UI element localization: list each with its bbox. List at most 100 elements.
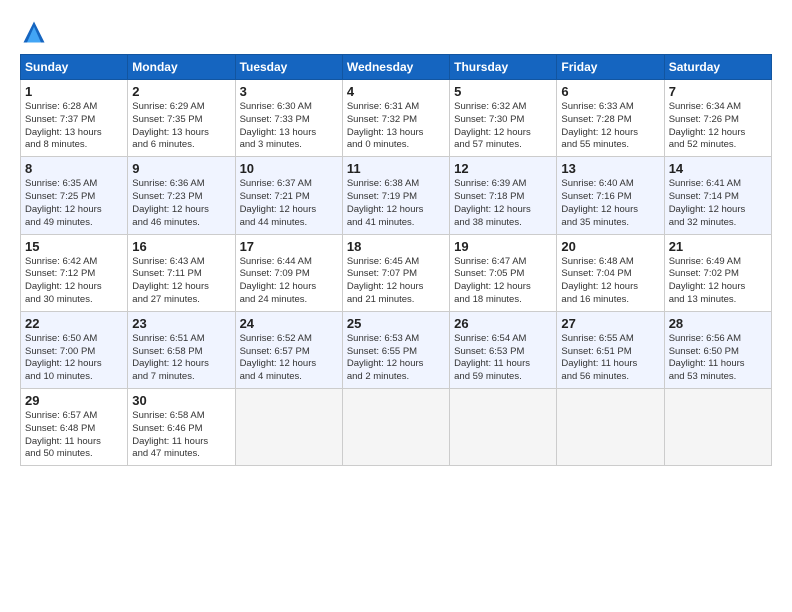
day-detail: Sunrise: 6:29 AM Sunset: 7:35 PM Dayligh… xyxy=(132,101,230,152)
day-number: 8 xyxy=(25,161,123,176)
day-detail: Sunrise: 6:50 AM Sunset: 7:00 PM Dayligh… xyxy=(25,333,123,384)
day-number: 4 xyxy=(347,84,445,99)
day-detail: Sunrise: 6:42 AM Sunset: 7:12 PM Dayligh… xyxy=(25,256,123,307)
calendar-cell: 25 Sunrise: 6:53 AM Sunset: 6:55 PM Dayli… xyxy=(342,311,449,388)
calendar-cell: 22 Sunrise: 6:50 AM Sunset: 7:00 PM Dayli… xyxy=(21,311,128,388)
day-number: 1 xyxy=(25,84,123,99)
calendar-cell: 7 Sunrise: 6:34 AM Sunset: 7:26 PM Daylig… xyxy=(664,80,771,157)
calendar-cell xyxy=(450,389,557,466)
day-detail: Sunrise: 6:54 AM Sunset: 6:53 PM Dayligh… xyxy=(454,333,552,384)
day-header-saturday: Saturday xyxy=(664,55,771,80)
day-detail: Sunrise: 6:58 AM Sunset: 6:46 PM Dayligh… xyxy=(132,410,230,461)
calendar-cell: 27 Sunrise: 6:55 AM Sunset: 6:51 PM Dayli… xyxy=(557,311,664,388)
calendar-cell: 18 Sunrise: 6:45 AM Sunset: 7:07 PM Dayli… xyxy=(342,234,449,311)
calendar-table: SundayMondayTuesdayWednesdayThursdayFrid… xyxy=(20,54,772,466)
calendar-body: 1Sunrise: 6:28 AM Sunset: 7:37 PM Daylig… xyxy=(21,80,772,466)
day-number: 11 xyxy=(347,161,445,176)
days-header-row: SundayMondayTuesdayWednesdayThursdayFrid… xyxy=(21,55,772,80)
calendar-cell: 16 Sunrise: 6:43 AM Sunset: 7:11 PM Dayli… xyxy=(128,234,235,311)
calendar-cell xyxy=(235,389,342,466)
day-number: 6 xyxy=(561,84,659,99)
day-number: 13 xyxy=(561,161,659,176)
day-number: 12 xyxy=(454,161,552,176)
day-header-sunday: Sunday xyxy=(21,55,128,80)
calendar-cell: 2 Sunrise: 6:29 AM Sunset: 7:35 PM Daylig… xyxy=(128,80,235,157)
day-number: 25 xyxy=(347,316,445,331)
day-number: 30 xyxy=(132,393,230,408)
calendar-cell: 9Sunrise: 6:36 AM Sunset: 7:23 PM Daylig… xyxy=(128,157,235,234)
day-detail: Sunrise: 6:37 AM Sunset: 7:21 PM Dayligh… xyxy=(240,178,338,229)
calendar-cell: 28 Sunrise: 6:56 AM Sunset: 6:50 PM Dayli… xyxy=(664,311,771,388)
day-number: 22 xyxy=(25,316,123,331)
day-detail: Sunrise: 6:45 AM Sunset: 7:07 PM Dayligh… xyxy=(347,256,445,307)
calendar-cell: 3 Sunrise: 6:30 AM Sunset: 7:33 PM Daylig… xyxy=(235,80,342,157)
calendar-cell: 19 Sunrise: 6:47 AM Sunset: 7:05 PM Dayli… xyxy=(450,234,557,311)
day-header-friday: Friday xyxy=(557,55,664,80)
day-number: 5 xyxy=(454,84,552,99)
day-detail: Sunrise: 6:52 AM Sunset: 6:57 PM Dayligh… xyxy=(240,333,338,384)
day-detail: Sunrise: 6:38 AM Sunset: 7:19 PM Dayligh… xyxy=(347,178,445,229)
day-detail: Sunrise: 6:47 AM Sunset: 7:05 PM Dayligh… xyxy=(454,256,552,307)
day-number: 24 xyxy=(240,316,338,331)
day-header-monday: Monday xyxy=(128,55,235,80)
logo-icon xyxy=(20,18,48,46)
calendar-cell: 10 Sunrise: 6:37 AM Sunset: 7:21 PM Dayli… xyxy=(235,157,342,234)
day-detail: Sunrise: 6:39 AM Sunset: 7:18 PM Dayligh… xyxy=(454,178,552,229)
week-row-1: 1Sunrise: 6:28 AM Sunset: 7:37 PM Daylig… xyxy=(21,80,772,157)
calendar-cell: 24 Sunrise: 6:52 AM Sunset: 6:57 PM Dayli… xyxy=(235,311,342,388)
day-detail: Sunrise: 6:56 AM Sunset: 6:50 PM Dayligh… xyxy=(669,333,767,384)
day-detail: Sunrise: 6:34 AM Sunset: 7:26 PM Dayligh… xyxy=(669,101,767,152)
day-number: 20 xyxy=(561,239,659,254)
day-number: 9 xyxy=(132,161,230,176)
day-header-tuesday: Tuesday xyxy=(235,55,342,80)
calendar-cell xyxy=(342,389,449,466)
calendar-cell: 8 Sunrise: 6:35 AM Sunset: 7:25 PM Daylig… xyxy=(21,157,128,234)
calendar-cell: 17 Sunrise: 6:44 AM Sunset: 7:09 PM Dayli… xyxy=(235,234,342,311)
day-header-thursday: Thursday xyxy=(450,55,557,80)
day-detail: Sunrise: 6:55 AM Sunset: 6:51 PM Dayligh… xyxy=(561,333,659,384)
day-number: 27 xyxy=(561,316,659,331)
day-detail: Sunrise: 6:57 AM Sunset: 6:48 PM Dayligh… xyxy=(25,410,123,461)
day-detail: Sunrise: 6:48 AM Sunset: 7:04 PM Dayligh… xyxy=(561,256,659,307)
day-number: 29 xyxy=(25,393,123,408)
day-number: 14 xyxy=(669,161,767,176)
day-number: 23 xyxy=(132,316,230,331)
day-number: 21 xyxy=(669,239,767,254)
day-detail: Sunrise: 6:44 AM Sunset: 7:09 PM Dayligh… xyxy=(240,256,338,307)
calendar-cell: 21Sunrise: 6:49 AM Sunset: 7:02 PM Dayli… xyxy=(664,234,771,311)
calendar-cell: 12 Sunrise: 6:39 AM Sunset: 7:18 PM Dayli… xyxy=(450,157,557,234)
day-detail: Sunrise: 6:43 AM Sunset: 7:11 PM Dayligh… xyxy=(132,256,230,307)
calendar-cell: 4 Sunrise: 6:31 AM Sunset: 7:32 PM Daylig… xyxy=(342,80,449,157)
day-number: 16 xyxy=(132,239,230,254)
logo xyxy=(20,18,52,46)
day-detail: Sunrise: 6:35 AM Sunset: 7:25 PM Dayligh… xyxy=(25,178,123,229)
calendar-cell: 29 Sunrise: 6:57 AM Sunset: 6:48 PM Dayli… xyxy=(21,389,128,466)
calendar-cell: 1Sunrise: 6:28 AM Sunset: 7:37 PM Daylig… xyxy=(21,80,128,157)
week-row-4: 22 Sunrise: 6:50 AM Sunset: 7:00 PM Dayli… xyxy=(21,311,772,388)
day-number: 18 xyxy=(347,239,445,254)
calendar-cell: 11 Sunrise: 6:38 AM Sunset: 7:19 PM Dayli… xyxy=(342,157,449,234)
day-number: 19 xyxy=(454,239,552,254)
calendar-cell xyxy=(664,389,771,466)
day-number: 26 xyxy=(454,316,552,331)
day-detail: Sunrise: 6:40 AM Sunset: 7:16 PM Dayligh… xyxy=(561,178,659,229)
day-detail: Sunrise: 6:32 AM Sunset: 7:30 PM Dayligh… xyxy=(454,101,552,152)
day-number: 28 xyxy=(669,316,767,331)
day-detail: Sunrise: 6:30 AM Sunset: 7:33 PM Dayligh… xyxy=(240,101,338,152)
day-detail: Sunrise: 6:31 AM Sunset: 7:32 PM Dayligh… xyxy=(347,101,445,152)
header xyxy=(20,18,772,46)
day-number: 17 xyxy=(240,239,338,254)
day-detail: Sunrise: 6:51 AM Sunset: 6:58 PM Dayligh… xyxy=(132,333,230,384)
day-number: 7 xyxy=(669,84,767,99)
calendar-cell: 6 Sunrise: 6:33 AM Sunset: 7:28 PM Daylig… xyxy=(557,80,664,157)
day-detail: Sunrise: 6:33 AM Sunset: 7:28 PM Dayligh… xyxy=(561,101,659,152)
calendar-cell: 5 Sunrise: 6:32 AM Sunset: 7:30 PM Daylig… xyxy=(450,80,557,157)
day-number: 2 xyxy=(132,84,230,99)
calendar-cell: 15Sunrise: 6:42 AM Sunset: 7:12 PM Dayli… xyxy=(21,234,128,311)
day-number: 3 xyxy=(240,84,338,99)
day-detail: Sunrise: 6:53 AM Sunset: 6:55 PM Dayligh… xyxy=(347,333,445,384)
day-number: 10 xyxy=(240,161,338,176)
calendar-cell: 23 Sunrise: 6:51 AM Sunset: 6:58 PM Dayli… xyxy=(128,311,235,388)
week-row-3: 15Sunrise: 6:42 AM Sunset: 7:12 PM Dayli… xyxy=(21,234,772,311)
day-header-wednesday: Wednesday xyxy=(342,55,449,80)
